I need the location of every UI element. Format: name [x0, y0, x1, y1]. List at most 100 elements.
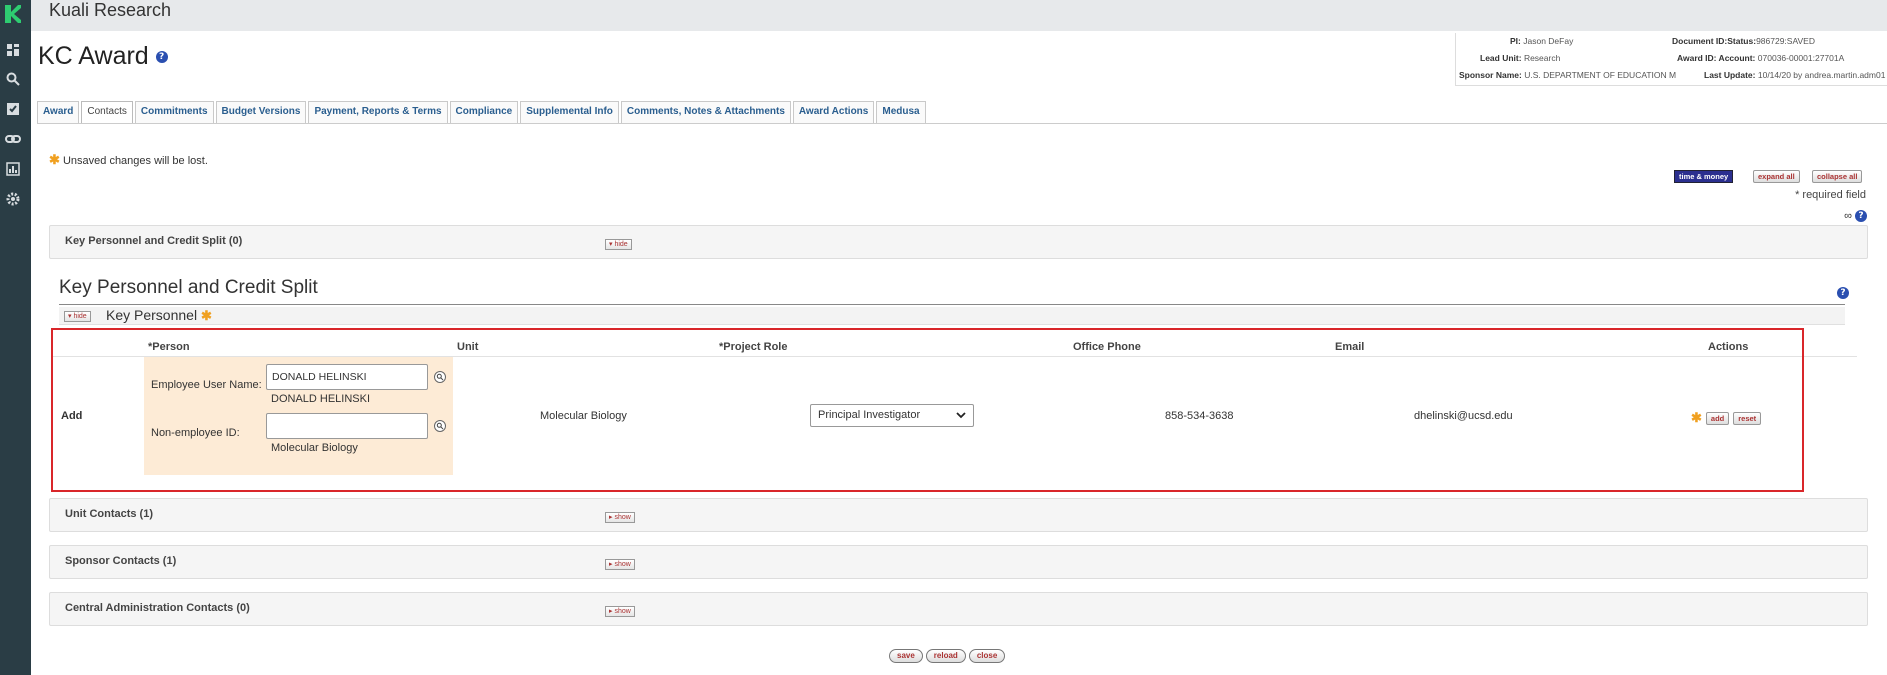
central-admin-contacts-section-bar: Central Administration Contacts (0) ▸ sh… [49, 592, 1868, 626]
expand-all-button[interactable]: expand all [1753, 170, 1800, 183]
show-button[interactable]: ▸ show [605, 559, 635, 570]
email-value: dhelinski@ucsd.edu [1414, 410, 1513, 422]
help-icon[interactable]: ? [1837, 287, 1849, 299]
column-header-project-role: *Project Role [719, 341, 788, 353]
sponsor-contacts-section-bar: Sponsor Contacts (1) ▸ show [49, 545, 1868, 579]
unit-contacts-section-bar: Unit Contacts (1) ▸ show [49, 498, 1868, 532]
bottom-action-buttons: save reload close [889, 649, 1006, 663]
page-title: KC Award ? [38, 42, 168, 71]
asterisk-icon: ✱ [1691, 410, 1702, 425]
tab-contacts[interactable]: Contacts [81, 101, 133, 123]
person-cell: Employee User Name: DONALD HELINSKI Non-… [144, 357, 453, 475]
hide-label: hide [73, 313, 87, 320]
checklist-icon[interactable] [5, 101, 21, 117]
employee-user-name-label: Employee User Name: [151, 379, 262, 391]
non-employee-id-input[interactable] [266, 413, 428, 439]
gear-icon[interactable] [5, 191, 21, 207]
unsaved-notice: ✱ Unsaved changes will be lost. [49, 152, 208, 168]
column-header-person: *Person [148, 341, 190, 353]
unsaved-text: Unsaved changes will be lost. [62, 155, 208, 167]
dashboard-icon[interactable] [5, 42, 21, 58]
column-header-office-phone: Office Phone [1073, 341, 1141, 353]
lead-unit-label: Lead Unit: [1480, 53, 1522, 63]
central-admin-contacts-label: Central Administration Contacts (0) [65, 602, 250, 614]
tab-divider [37, 123, 1887, 124]
lead-unit-info: Lead Unit: Research [1480, 53, 1560, 63]
office-phone-value: 858-534-3638 [1165, 410, 1234, 422]
asterisk-icon: ✱ [49, 152, 60, 167]
hide-button[interactable]: ▾ hide [64, 311, 91, 322]
tab-compliance[interactable]: Compliance [449, 101, 519, 123]
non-employee-id-label: Non-employee ID: [151, 427, 240, 439]
employee-user-name-input[interactable] [266, 364, 428, 390]
chevron-down-icon [956, 412, 966, 419]
collapse-all-button[interactable]: collapse all [1812, 170, 1863, 183]
unit-contacts-label: Unit Contacts (1) [65, 508, 153, 520]
tab-commitments[interactable]: Commitments [134, 101, 214, 123]
award-id-label: Award ID: Account: [1677, 53, 1756, 63]
close-button[interactable]: close [968, 649, 1006, 663]
sponsor-contacts-label: Sponsor Contacts (1) [65, 555, 177, 567]
key-personnel-table: *Person Unit *Project Role Office Phone … [53, 330, 1857, 476]
tab-supplemental-info[interactable]: Supplemental Info [520, 101, 619, 123]
sponsor-info: Sponsor Name: U.S. DEPARTMENT OF EDUCATI… [1459, 70, 1676, 80]
key-personnel-title: Key Personnel and Credit Split [59, 277, 318, 298]
hide-label: hide [614, 241, 628, 248]
tab-award[interactable]: Award [37, 101, 80, 123]
column-header-actions: Actions [1708, 341, 1749, 353]
pi-value: Jason DeFay [1523, 36, 1574, 46]
reload-button[interactable]: reload [925, 649, 966, 663]
key-personnel-subtitle: Key Personnel ✱ [106, 307, 212, 324]
link-icon[interactable]: ∞ [1844, 210, 1852, 222]
show-button[interactable]: ▸ show [605, 512, 635, 523]
award-id-value: 070036-00001:27701A [1757, 53, 1845, 63]
tab-medusa[interactable]: Medusa [876, 101, 926, 123]
tab-comments-notes-attachments[interactable]: Comments, Notes & Attachments [620, 101, 791, 123]
sponsor-label: Sponsor Name: [1459, 70, 1522, 80]
lookup-icon[interactable] [434, 371, 446, 383]
lead-unit-value: Research [1523, 53, 1561, 63]
document-id-info: Document ID:Status:986729:SAVED [1672, 36, 1815, 46]
report-icon[interactable] [5, 161, 21, 177]
help-icon[interactable]: ? [1855, 210, 1867, 223]
key-personnel-section-bar: Key Personnel and Credit Split (0) ▾ hid… [49, 225, 1868, 259]
last-update-info: Last Update: 10/14/20 by andrea.martin.a… [1704, 70, 1885, 80]
hide-toggle[interactable]: ▾ hide [605, 235, 632, 250]
search-icon[interactable] [5, 71, 21, 87]
show-label: show [614, 608, 631, 615]
show-button[interactable]: ▸ show [605, 606, 635, 617]
project-role-select[interactable]: Principal Investigator [810, 404, 974, 427]
document-id-label: Document ID:Status: [1672, 36, 1757, 46]
lookup-icon[interactable] [434, 420, 446, 432]
tab-budget-versions[interactable]: Budget Versions [215, 101, 307, 123]
add-button[interactable]: add [1705, 411, 1730, 425]
row-actions: ✱ add reset [1691, 410, 1762, 426]
save-button[interactable]: save [889, 649, 923, 663]
hide-button[interactable]: ▾ hide [605, 239, 632, 250]
add-row-label: Add [61, 410, 83, 422]
help-icon[interactable]: ? [155, 51, 168, 64]
key-personnel-subtitle-text: Key Personnel [106, 307, 198, 323]
link-icon[interactable] [5, 131, 21, 147]
unit-value: Molecular Biology [540, 410, 627, 422]
last-update-value: 10/14/20 by andrea.martin.adm01 [1757, 70, 1886, 80]
person-unit-display: Molecular Biology [271, 442, 358, 454]
last-update-label: Last Update: [1704, 70, 1756, 80]
tab-payment-reports-terms[interactable]: Payment, Reports & Terms [308, 101, 448, 123]
asterisk-icon: ✱ [200, 308, 212, 323]
kuali-logo-icon[interactable] [4, 4, 22, 24]
document-info-panel: PI: Jason DeFay Document ID:Status:98672… [1455, 33, 1887, 86]
column-header-email: Email [1335, 341, 1365, 353]
required-field-note: * required field [1795, 189, 1866, 201]
tab-award-actions[interactable]: Award Actions [792, 101, 875, 123]
link-help-group: ∞ ? [1844, 210, 1867, 223]
show-label: show [614, 561, 631, 568]
reset-button[interactable]: reset [1733, 411, 1762, 425]
sponsor-value: U.S. DEPARTMENT OF EDUCATION M [1524, 70, 1677, 80]
document-id-value: 986729:SAVED [1756, 36, 1815, 46]
pi-label: PI: [1510, 36, 1521, 46]
pi-info: PI: Jason DeFay [1510, 36, 1573, 46]
column-header-unit: Unit [457, 341, 479, 353]
time-and-money-button[interactable]: time & money [1674, 170, 1734, 183]
key-personnel-divider [59, 304, 1845, 305]
